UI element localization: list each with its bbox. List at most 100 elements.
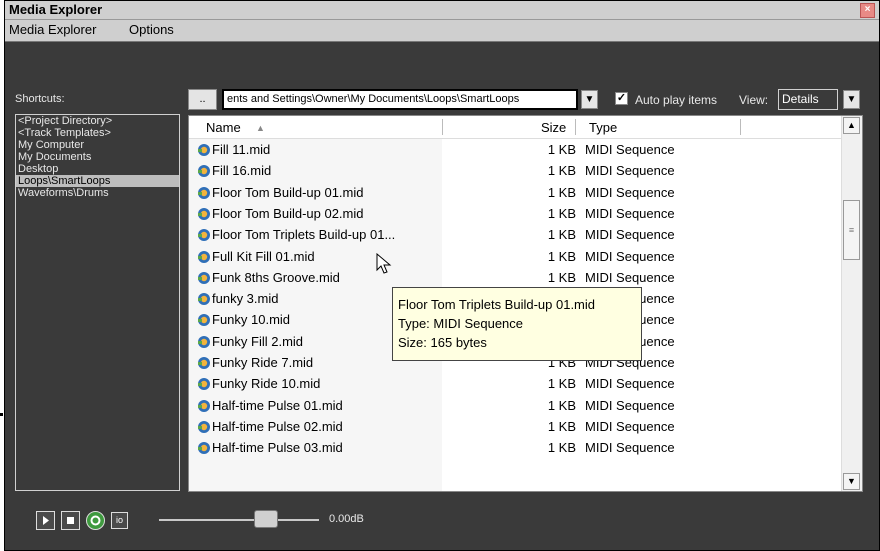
file-name: Floor Tom Build-up 01.mid bbox=[212, 184, 364, 200]
shortcuts-label: Shortcuts: bbox=[15, 93, 65, 105]
close-icon[interactable]: × bbox=[860, 3, 875, 18]
path-dropdown-arrow-icon[interactable]: ▼ bbox=[581, 90, 598, 109]
volume-slider-knob[interactable] bbox=[254, 510, 278, 528]
column-separator[interactable] bbox=[740, 119, 741, 135]
file-row[interactable]: Funky Ride 10.mid 1 KB MIDI Sequence bbox=[189, 374, 841, 395]
file-type: MIDI Sequence bbox=[585, 397, 675, 413]
scroll-down-icon[interactable]: ▼ bbox=[843, 473, 860, 490]
file-row[interactable]: Floor Tom Build-up 01.mid 1 KB MIDI Sequen… bbox=[189, 183, 841, 204]
stop-button[interactable] bbox=[61, 511, 80, 530]
shortcut-item[interactable]: <Track Templates> bbox=[16, 127, 179, 139]
file-name: Half-time Pulse 02.mid bbox=[212, 418, 343, 434]
file-name: Funky Ride 7.mid bbox=[212, 355, 314, 370]
file-row[interactable]: Floor Tom Build-up 02.mid 1 KB MIDI Sequen… bbox=[189, 204, 841, 225]
vertical-scrollbar[interactable]: ▲ ≡ ▼ bbox=[841, 116, 862, 491]
midi-file-icon bbox=[198, 229, 210, 242]
file-type: MIDI Sequence bbox=[585, 418, 675, 434]
file-row[interactable]: Floor Tom Triplets Build-up 01... 1 KB MID… bbox=[189, 225, 841, 246]
autoplay-label: Auto play items bbox=[635, 93, 718, 107]
file-size: 1 KB bbox=[547, 142, 576, 157]
stop-icon bbox=[67, 517, 74, 524]
play-icon bbox=[43, 516, 49, 525]
tooltip-title: Floor Tom Triplets Build-up 01.mid bbox=[398, 297, 596, 312]
shortcut-item[interactable]: <Project Directory> bbox=[16, 115, 179, 127]
midi-file-icon bbox=[198, 207, 210, 220]
io-label: io bbox=[116, 515, 124, 525]
file-name: Funk 8ths Groove.mid bbox=[212, 269, 340, 285]
file-list: Name ▲ Size Type Fill 11.mid 1 KB MIDI Seq… bbox=[188, 115, 863, 492]
mouse-cursor-icon bbox=[376, 253, 392, 274]
path-input[interactable]: ents and Settings\Owner\My Documents\Loo… bbox=[222, 89, 578, 110]
file-name: funky 3.mid bbox=[212, 291, 279, 307]
io-button[interactable]: io bbox=[111, 512, 128, 529]
file-name: Funky Ride 10.mid bbox=[212, 376, 321, 392]
file-row[interactable]: Half-time Pulse 01.mid 1 KB MIDI Sequence bbox=[189, 396, 841, 417]
file-type: MIDI Sequence bbox=[585, 248, 675, 264]
midi-file-icon bbox=[198, 314, 210, 327]
menu-media-explorer[interactable]: Media Explorer bbox=[9, 22, 96, 37]
midi-file-icon bbox=[198, 399, 210, 412]
column-type-header[interactable]: Type bbox=[589, 120, 617, 135]
window-title: Media Explorer bbox=[9, 2, 103, 17]
media-explorer-window: Media Explorer × Media Explorer Options … bbox=[4, 0, 880, 551]
column-name-header[interactable]: Name bbox=[206, 120, 241, 135]
play-button[interactable] bbox=[36, 511, 55, 530]
view-label: View: bbox=[739, 93, 769, 107]
scroll-up-icon[interactable]: ▲ bbox=[843, 117, 860, 134]
file-size: 1 KB bbox=[547, 269, 576, 285]
midi-file-icon bbox=[198, 378, 210, 391]
file-name: Fill 16.mid bbox=[212, 163, 272, 179]
file-row[interactable]: Full Kit Fill 01.mid 1 KB MIDI Sequence bbox=[189, 247, 841, 268]
title-bar: Media Explorer × bbox=[5, 1, 879, 20]
file-name: Floor Tom Build-up 02.mid bbox=[212, 205, 364, 221]
volume-readout: 0.00dB bbox=[329, 513, 364, 525]
shortcut-item[interactable]: My Computer bbox=[16, 139, 179, 151]
file-size: 1 KB bbox=[547, 248, 576, 264]
browse-button[interactable]: .. bbox=[188, 89, 217, 110]
file-name: Half-time Pulse 03.mid bbox=[212, 440, 343, 456]
file-name: Half-time Pulse 01.mid bbox=[212, 397, 343, 413]
stray-pixel bbox=[0, 413, 3, 416]
menu-options[interactable]: Options bbox=[129, 22, 174, 37]
file-tooltip: Floor Tom Triplets Build-up 01.mid Type:… bbox=[392, 287, 642, 361]
column-size-header[interactable]: Size bbox=[541, 120, 566, 135]
column-separator[interactable] bbox=[575, 119, 576, 135]
view-dropdown-arrow-icon[interactable]: ▼ bbox=[843, 90, 860, 109]
shortcut-item[interactable]: Waveforms\Drums bbox=[16, 187, 179, 199]
tooltip-size: Size: 165 bytes bbox=[398, 335, 487, 350]
column-separator[interactable] bbox=[442, 119, 443, 135]
file-type: MIDI Sequence bbox=[585, 269, 675, 285]
volume-slider-track[interactable] bbox=[159, 519, 319, 521]
file-row[interactable]: Fill 11.mid 1 KB MIDI Sequence bbox=[189, 140, 841, 161]
file-size: 1 KB bbox=[547, 205, 576, 221]
view-select[interactable]: Details bbox=[778, 89, 838, 110]
midi-file-icon bbox=[198, 186, 210, 199]
shortcut-item-selected[interactable]: Loops\SmartLoops bbox=[16, 175, 179, 187]
file-row[interactable]: Half-time Pulse 03.mid 1 KB MIDI Sequence bbox=[189, 438, 841, 459]
shortcut-item[interactable]: My Documents bbox=[16, 151, 179, 163]
column-header: Name ▲ Size Type bbox=[189, 116, 841, 139]
file-row[interactable]: Fill 16.mid 1 KB MIDI Sequence bbox=[189, 161, 841, 182]
shortcuts-list: <Project Directory> <Track Templates> My… bbox=[15, 114, 180, 491]
file-size: 1 KB bbox=[547, 397, 576, 413]
file-row[interactable]: Half-time Pulse 02.mid 1 KB MIDI Sequence bbox=[189, 417, 841, 438]
loop-button[interactable] bbox=[86, 511, 105, 530]
sort-ascending-icon: ▲ bbox=[256, 123, 265, 133]
loop-icon bbox=[90, 515, 101, 526]
file-size: 1 KB bbox=[547, 440, 576, 456]
scroll-thumb[interactable]: ≡ bbox=[843, 200, 860, 260]
file-type: MIDI Sequence bbox=[585, 184, 675, 200]
file-size: 1 KB bbox=[547, 376, 576, 392]
file-size: 1 KB bbox=[547, 418, 576, 434]
tooltip-type: Type: MIDI Sequence bbox=[398, 316, 524, 331]
midi-file-icon bbox=[198, 420, 210, 433]
midi-file-icon bbox=[198, 293, 210, 306]
file-name: Fill 11.mid bbox=[212, 142, 271, 157]
file-type: MIDI Sequence bbox=[585, 142, 675, 157]
file-type: MIDI Sequence bbox=[585, 440, 675, 456]
file-name: Funky Fill 2.mid bbox=[212, 333, 304, 349]
file-name: Full Kit Fill 01.mid bbox=[212, 248, 315, 264]
autoplay-checkbox[interactable]: ✓ bbox=[615, 92, 628, 105]
file-row[interactable]: Funk 8ths Groove.mid 1 KB MIDI Sequence bbox=[189, 268, 841, 289]
shortcut-item[interactable]: Desktop bbox=[16, 163, 179, 175]
